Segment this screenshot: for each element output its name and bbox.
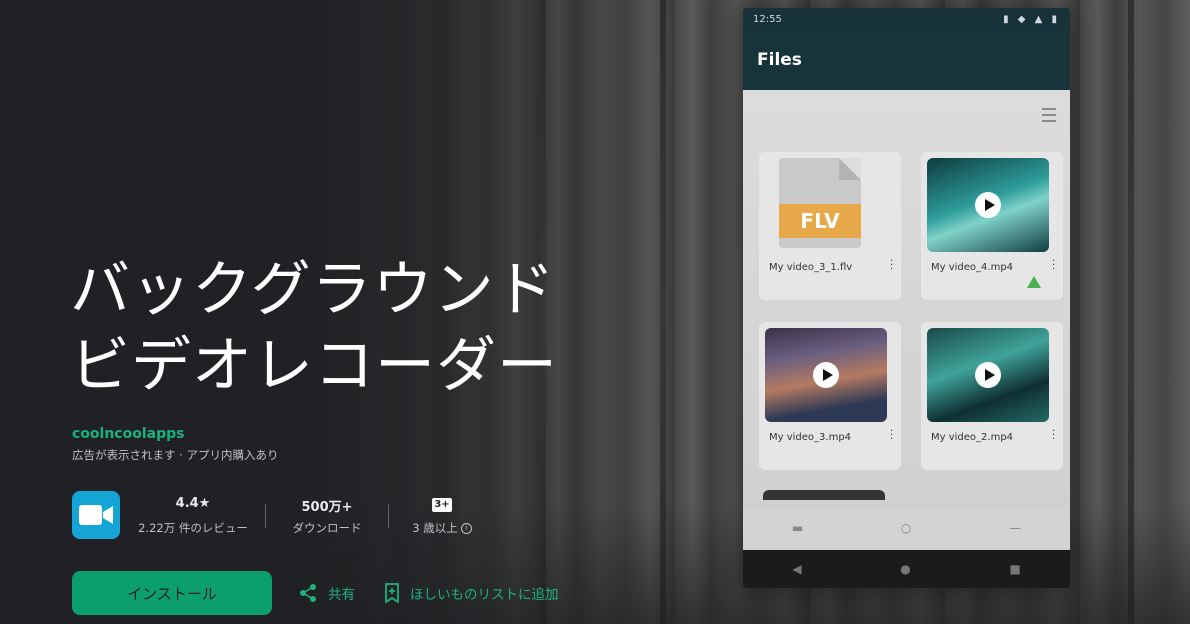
wishlist-button[interactable]: ほしいものリストに追加 <box>384 583 559 603</box>
flv-label: FLV <box>779 204 861 238</box>
list-view-icon <box>1042 108 1056 122</box>
recents-icon: ■ <box>1009 562 1021 576</box>
phone-nav-bar: ◀ ● ■ <box>743 550 1070 588</box>
app-title-line1: バックグラウンド <box>70 255 556 325</box>
age-rating-label: 3 歳以上 <box>412 521 458 535</box>
more-vert-icon: · · · <box>890 426 894 445</box>
phone-file-grid: FLV My video_3_1.flv · · · My video_4.mp4 … <box>743 90 1070 550</box>
downloads-value: 500万+ <box>301 500 353 515</box>
age-rating-badge: 3+ <box>432 498 452 512</box>
info-icon[interactable]: i <box>460 523 472 534</box>
phone-status-bar: 12:55 ▮ ◆ ▲ ▮ <box>743 8 1070 30</box>
search-tab-icon: ○ <box>900 521 912 535</box>
back-icon: ◀ <box>792 562 802 576</box>
phone-app-title: Files <box>757 50 802 70</box>
more-tab-icon: — <box>1009 521 1022 535</box>
rating-value: 4.4★ <box>175 496 211 511</box>
wishlist-label: ほしいものリストに追加 <box>410 587 559 603</box>
rating-stat[interactable]: 4.4★ 2.22万 件のレビュー <box>133 496 253 536</box>
camera-tab-icon: ▬ <box>791 521 804 535</box>
status-time: 12:55 <box>753 13 782 25</box>
more-vert-icon: · · · <box>890 256 894 275</box>
share-icon <box>300 584 316 602</box>
downloads-label: ダウンロード <box>292 521 362 535</box>
install-button[interactable]: インストール <box>72 571 272 615</box>
file-card-partial <box>763 490 885 500</box>
home-icon: ● <box>900 562 911 576</box>
phone-app-bar: Files <box>743 30 1070 90</box>
file-name: My video_2.mp4 <box>931 432 1014 443</box>
play-icon <box>975 362 1001 388</box>
file-card: My video_3.mp4 · · · <box>759 322 901 470</box>
age-rating-stat[interactable]: 3+ 3 歳以上 i <box>402 496 482 536</box>
phone-screenshot: 12:55 ▮ ◆ ▲ ▮ Files FLV My video_3_1.flv… <box>743 8 1070 588</box>
rating-label: 2.22万 件のレビュー <box>138 521 248 535</box>
file-card: My video_4.mp4 · · · <box>921 152 1063 300</box>
status-icons: ▮ ◆ ▲ ▮ <box>1003 13 1060 25</box>
file-name: My video_3.mp4 <box>769 432 852 443</box>
drive-icon <box>1027 276 1041 288</box>
stat-divider <box>265 504 266 528</box>
share-label: 共有 <box>328 587 355 603</box>
app-title: バックグラウンド ビデオレコーダー <box>70 252 558 404</box>
flv-file-icon: FLV <box>779 158 861 248</box>
video-camera-icon <box>72 491 120 539</box>
phone-bottom-nav: ▬ ○ — <box>743 508 1070 548</box>
more-vert-icon: · · · <box>1052 256 1056 275</box>
file-card: FLV My video_3_1.flv · · · <box>759 152 901 300</box>
stat-divider <box>388 504 389 528</box>
more-vert-icon: · · · <box>1052 426 1056 445</box>
developer-link[interactable]: coolncoolapps <box>72 426 184 442</box>
bookmark-add-icon <box>385 583 399 603</box>
share-button[interactable]: 共有 <box>298 583 355 603</box>
play-icon <box>975 192 1001 218</box>
downloads-stat: 500万+ ダウンロード <box>282 496 372 536</box>
video-thumbnail <box>765 328 887 422</box>
video-thumbnail <box>927 328 1049 422</box>
file-name: My video_3_1.flv <box>769 262 853 273</box>
file-card: My video_2.mp4 · · · <box>921 322 1063 470</box>
app-title-line2: ビデオレコーダー <box>70 331 558 401</box>
ads-iap-info: 広告が表示されます · アプリ内購入あり <box>72 448 279 462</box>
video-thumbnail <box>927 158 1049 252</box>
file-name: My video_4.mp4 <box>931 262 1014 273</box>
play-icon <box>813 362 839 388</box>
